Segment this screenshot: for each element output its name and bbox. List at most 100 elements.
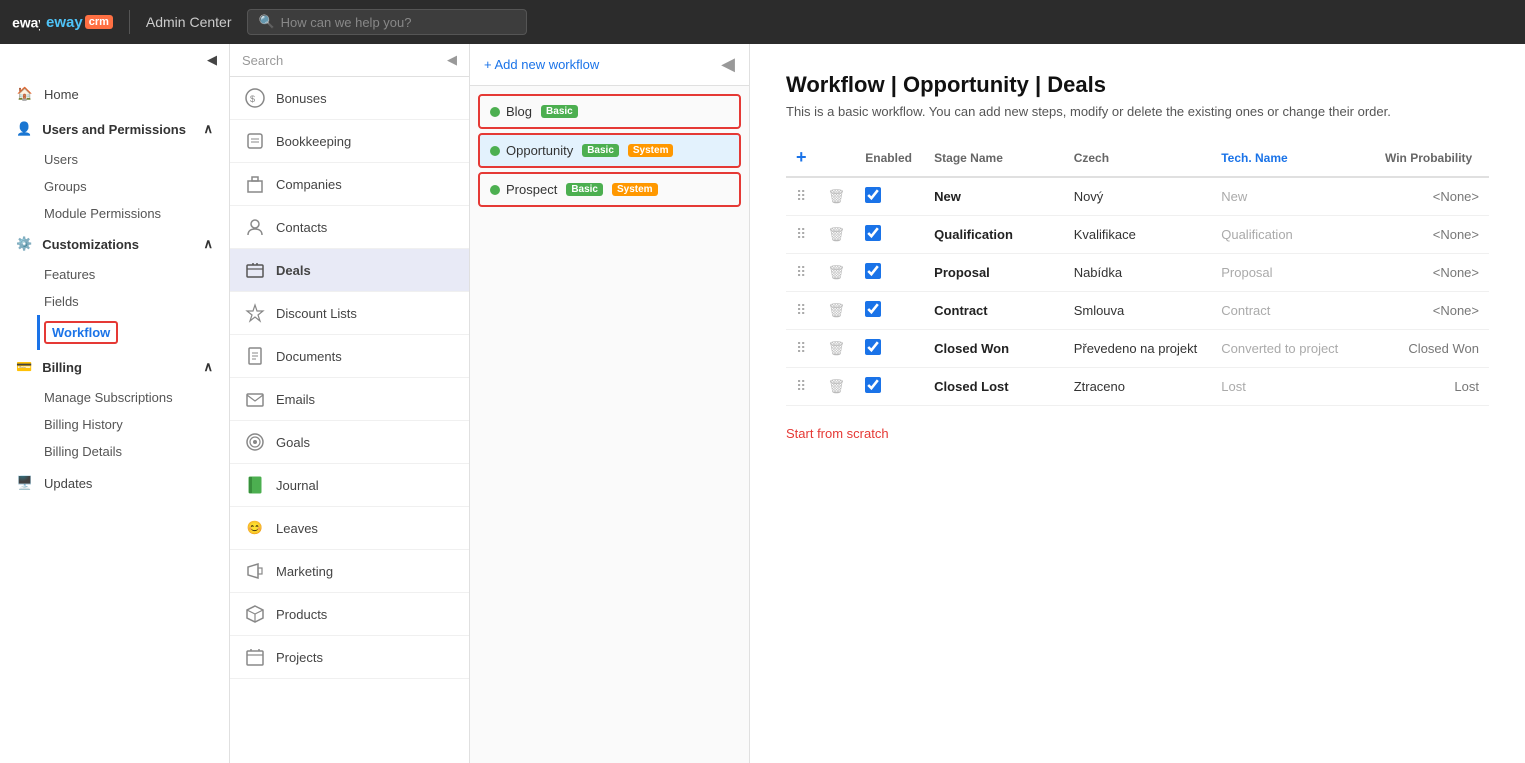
delete-icon-proposal[interactable]: 🗑	[828, 264, 846, 280]
workflow-list-header: + Add new workflow ◀	[470, 44, 749, 86]
sidebar-item-users[interactable]: Users	[44, 146, 229, 173]
enabled-checkbox-closed-lost[interactable]	[865, 377, 881, 393]
sidebar: ◀ 🏠 Home 👤 Users and Permissions ∧ Users…	[0, 44, 230, 763]
add-row-icon[interactable]: +	[796, 147, 807, 167]
bookkeeping-icon	[244, 130, 266, 152]
drag-handle-proposal[interactable]: ⠿	[796, 264, 805, 280]
module-item-contacts[interactable]: Contacts	[230, 206, 469, 249]
module-item-projects[interactable]: Projects	[230, 636, 469, 679]
sidebar-item-workflow[interactable]: Workflow	[37, 315, 229, 350]
sidebar-section-users[interactable]: 👤 Users and Permissions ∧	[0, 112, 229, 146]
sidebar-item-features[interactable]: Features	[44, 261, 229, 288]
sidebar-customizations-sub: Features Fields Workflow	[0, 261, 229, 350]
emails-icon	[244, 388, 266, 410]
workflow-list-panel: + Add new workflow ◀ Blog Basic Opportun…	[470, 44, 750, 763]
module-item-documents[interactable]: Documents	[230, 335, 469, 378]
sidebar-item-fields[interactable]: Fields	[44, 288, 229, 315]
delete-icon-new[interactable]: 🗑	[828, 188, 846, 204]
sidebar-item-manage-subscriptions[interactable]: Manage Subscriptions	[44, 384, 229, 411]
drag-handle-new[interactable]: ⠿	[796, 188, 805, 204]
table-row: ⠿ 🗑 Proposal Nabídka Proposal <None>	[786, 254, 1489, 292]
module-panel-collapse-icon[interactable]: ◀	[447, 52, 457, 68]
win-prob-contract: <None>	[1375, 292, 1489, 330]
sidebar-section-billing[interactable]: 💳 Billing ∧	[0, 350, 229, 384]
badge-system-opportunity: System	[628, 144, 674, 157]
sidebar-item-updates[interactable]: 🖥️ Updates	[0, 465, 229, 501]
sidebar-users-sub: Users Groups Module Permissions	[0, 146, 229, 227]
tech-name-closed-lost: Lost	[1211, 368, 1375, 406]
workflow-entry-blog[interactable]: Blog Basic	[478, 94, 741, 129]
module-item-bonuses[interactable]: $ Bonuses	[230, 77, 469, 120]
discount-lists-icon	[244, 302, 266, 324]
sidebar-item-home[interactable]: 🏠 Home	[0, 76, 229, 112]
sidebar-collapse[interactable]: ◀	[0, 44, 229, 76]
col-header-enabled: Enabled	[855, 139, 924, 177]
drag-handle-closed-won[interactable]: ⠿	[796, 340, 805, 356]
drag-handle-contract[interactable]: ⠿	[796, 302, 805, 318]
badge-basic-blog: Basic	[541, 105, 578, 118]
module-panel: ◀ $ Bonuses Bookkeeping	[230, 44, 470, 763]
win-prob-qualification: <None>	[1375, 216, 1489, 254]
module-item-deals[interactable]: Deals	[230, 249, 469, 292]
sidebar-item-module-permissions[interactable]: Module Permissions	[44, 200, 229, 227]
col-header-czech: Czech	[1064, 139, 1212, 177]
topbar-divider	[129, 10, 130, 34]
module-item-leaves[interactable]: 😊 Leaves	[230, 507, 469, 550]
enabled-checkbox-contract[interactable]	[865, 301, 881, 317]
contacts-icon	[244, 216, 266, 238]
delete-icon-contract[interactable]: 🗑	[828, 302, 846, 318]
czech-closed-lost: Ztraceno	[1064, 368, 1212, 406]
module-item-journal[interactable]: Journal	[230, 464, 469, 507]
billing-label: Billing	[42, 360, 82, 375]
topbar-search-box[interactable]: 🔍	[247, 9, 527, 35]
topbar: eway eway crm Admin Center 🔍	[0, 0, 1525, 44]
bonuses-icon: $	[244, 87, 266, 109]
collapse-icon: ◀	[207, 52, 217, 68]
module-item-companies[interactable]: Companies	[230, 163, 469, 206]
module-item-products[interactable]: Products	[230, 593, 469, 636]
leaves-icon: 😊	[244, 517, 266, 539]
billing-icon: 💳	[16, 359, 32, 375]
add-workflow-button[interactable]: + Add new workflow	[484, 57, 599, 72]
sidebar-billing-sub: Manage Subscriptions Billing History Bil…	[0, 384, 229, 465]
drag-handle-qualification[interactable]: ⠿	[796, 226, 805, 242]
delete-icon-closed-won[interactable]: 🗑	[828, 340, 846, 356]
workflow-list-collapse-icon[interactable]: ◀	[721, 54, 735, 75]
main-layout: ◀ 🏠 Home 👤 Users and Permissions ∧ Users…	[0, 44, 1525, 763]
workflow-active-dot-prospect	[490, 185, 500, 195]
enabled-checkbox-new[interactable]	[865, 187, 881, 203]
enabled-checkbox-qualification[interactable]	[865, 225, 881, 241]
module-search-input[interactable]	[242, 53, 447, 68]
module-item-bookkeeping[interactable]: Bookkeeping	[230, 120, 469, 163]
table-row: ⠿ 🗑 Closed Won Převedeno na projekt Conv…	[786, 330, 1489, 368]
tech-name-new: New	[1211, 177, 1375, 216]
col-header-win: Win Probability	[1375, 139, 1489, 177]
delete-icon-closed-lost[interactable]: 🗑	[828, 378, 846, 394]
delete-icon-qualification[interactable]: 🗑	[828, 226, 846, 242]
badge-basic-opportunity: Basic	[582, 144, 619, 157]
workflow-entry-opportunity[interactable]: Opportunity Basic System	[478, 133, 741, 168]
svg-text:eway: eway	[12, 14, 40, 30]
win-prob-closed-won: Closed Won	[1375, 330, 1489, 368]
module-item-goals[interactable]: Goals	[230, 421, 469, 464]
sidebar-item-billing-details[interactable]: Billing Details	[44, 438, 229, 465]
middle-area: ◀ $ Bonuses Bookkeeping	[230, 44, 1525, 763]
content-description: This is a basic workflow. You can add ne…	[786, 104, 1489, 119]
search-input[interactable]	[281, 15, 517, 30]
drag-handle-closed-lost[interactable]: ⠿	[796, 378, 805, 394]
module-list: $ Bonuses Bookkeeping Companies	[230, 77, 469, 763]
workflow-entry-prospect[interactable]: Prospect Basic System	[478, 172, 741, 207]
projects-icon	[244, 646, 266, 668]
stage-name-contract: Contract	[924, 292, 1064, 330]
module-item-discount-lists[interactable]: Discount Lists	[230, 292, 469, 335]
sidebar-item-billing-history[interactable]: Billing History	[44, 411, 229, 438]
module-item-emails[interactable]: Emails	[230, 378, 469, 421]
start-from-scratch-button[interactable]: Start from scratch	[786, 426, 889, 441]
sidebar-section-customizations[interactable]: ⚙️ Customizations ∧	[0, 227, 229, 261]
deals-icon	[244, 259, 266, 281]
module-item-marketing[interactable]: Marketing	[230, 550, 469, 593]
sidebar-item-groups[interactable]: Groups	[44, 173, 229, 200]
enabled-checkbox-closed-won[interactable]	[865, 339, 881, 355]
enabled-checkbox-proposal[interactable]	[865, 263, 881, 279]
col-header-tech: Tech. Name	[1211, 139, 1375, 177]
